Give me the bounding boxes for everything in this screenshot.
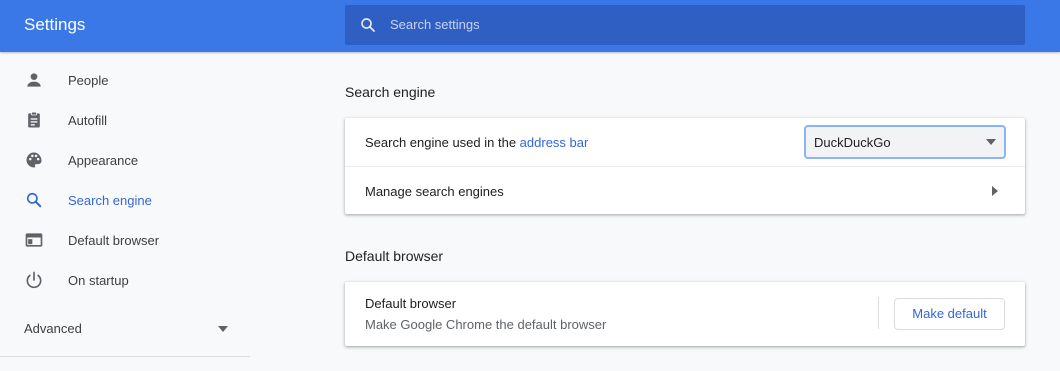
palette-icon bbox=[26, 152, 42, 168]
sidebar-item-label: Autofill bbox=[68, 113, 108, 128]
row-divider bbox=[345, 166, 1025, 167]
dropdown-arrow-icon bbox=[986, 139, 996, 145]
default-browser-section-title: Default browser bbox=[345, 248, 444, 264]
browser-window-icon bbox=[25, 233, 43, 247]
sidebar-item-label: Appearance bbox=[68, 153, 139, 168]
search-input[interactable]: Search settings bbox=[390, 17, 480, 32]
search-engine-used-label: Search engine used in the address bar bbox=[365, 135, 588, 150]
sidebar-item-label: People bbox=[68, 73, 109, 88]
make-default-button[interactable]: Make default bbox=[894, 298, 1005, 330]
search-icon bbox=[26, 192, 42, 208]
advanced-toggle[interactable]: Advanced bbox=[0, 308, 250, 348]
advanced-label: Advanced bbox=[24, 321, 82, 336]
sidebar-item-label: Default browser bbox=[68, 233, 160, 248]
search-engine-select[interactable]: DuckDuckGo bbox=[804, 125, 1006, 159]
sidebar-item-label: On startup bbox=[68, 273, 129, 288]
power-icon bbox=[26, 271, 42, 289]
search-icon bbox=[361, 18, 375, 32]
vertical-separator bbox=[878, 297, 879, 329]
sidebar-item-on-startup[interactable]: On startup bbox=[0, 260, 250, 300]
sidebar-divider bbox=[0, 356, 250, 357]
sidebar-item-appearance[interactable]: Appearance bbox=[0, 140, 250, 180]
default-browser-card: Default browser Make Google Chrome the d… bbox=[345, 282, 1025, 346]
chevron-right-icon[interactable] bbox=[992, 186, 998, 196]
search-engine-section-title: Search engine bbox=[345, 84, 436, 100]
sidebar-item-autofill[interactable]: Autofill bbox=[0, 100, 250, 140]
default-browser-row-title: Default browser bbox=[365, 296, 457, 311]
app-header: Settings Search settings bbox=[0, 0, 1060, 52]
sidebar-item-default-browser[interactable]: Default browser bbox=[0, 220, 250, 260]
chevron-down-icon bbox=[218, 326, 228, 332]
search-engine-card: Search engine used in the address bar Du… bbox=[345, 118, 1025, 214]
default-browser-row-subtitle: Make Google Chrome the default browser bbox=[365, 317, 607, 332]
sidebar-item-label: Search engine bbox=[68, 193, 152, 208]
sidebar-item-people[interactable]: People bbox=[0, 60, 250, 100]
sidebar-item-search-engine[interactable]: Search engine bbox=[0, 180, 250, 220]
manage-search-engines-row[interactable]: Manage search engines bbox=[365, 184, 504, 199]
clipboard-icon bbox=[28, 111, 40, 128]
person-icon bbox=[27, 73, 41, 87]
sidebar: People Autofill Appearance Search engine bbox=[0, 52, 250, 371]
search-box[interactable]: Search settings bbox=[345, 5, 1025, 45]
page-title: Settings bbox=[24, 15, 86, 34]
search-engine-used-text: Search engine used in the bbox=[365, 135, 520, 150]
address-bar-link[interactable]: address bar bbox=[520, 135, 589, 150]
search-engine-selected-value: DuckDuckGo bbox=[814, 135, 891, 150]
